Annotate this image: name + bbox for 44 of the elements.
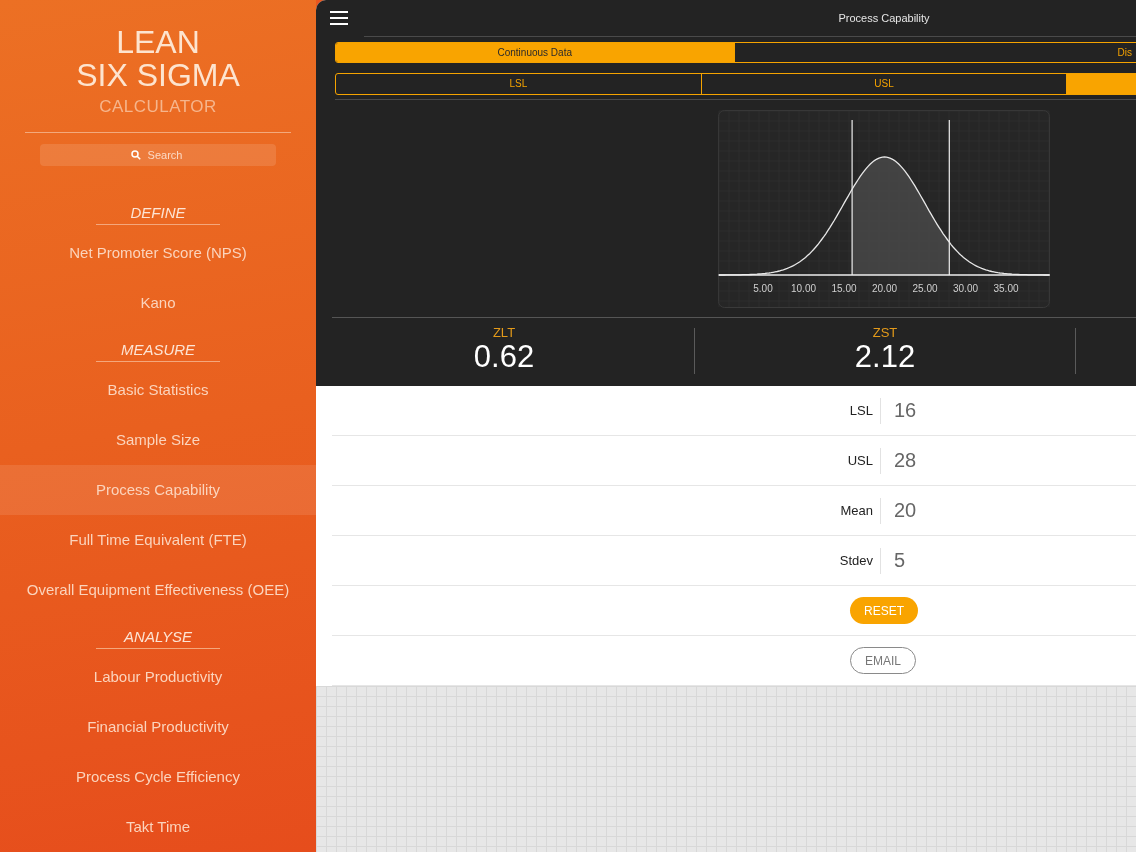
metric-label: ZLT <box>492 325 516 340</box>
axis-tick-label: 15.00 <box>831 282 857 294</box>
section-heading: DEFINE <box>96 203 220 225</box>
app-title: LEAN <box>116 26 200 59</box>
section-heading: ANALYSE <box>96 627 220 649</box>
data-type-tab[interactable]: Continuous Data <box>336 42 734 63</box>
axis-tick-label: 25.00 <box>912 282 938 294</box>
input-field[interactable]: 28 <box>894 449 1014 472</box>
app-title: SIX SIGMA <box>76 59 240 92</box>
sidebar-item[interactable]: Process Cycle Efficiency <box>0 752 316 802</box>
sidebar-item[interactable]: Kano <box>0 278 316 328</box>
field-label: Stdev <box>838 553 873 568</box>
field-label: USL <box>846 453 873 468</box>
metric-value: 2.12 <box>854 340 916 374</box>
sidebar-item[interactable]: Takt Time <box>0 802 316 852</box>
limit-tab[interactable]: LSL <box>336 74 701 94</box>
app-subtitle: CALCULATOR <box>99 96 217 118</box>
input-field[interactable]: 5 <box>894 549 1014 572</box>
sidebar-item[interactable]: Financial Productivity <box>0 702 316 752</box>
field-label: Mean <box>839 503 873 518</box>
sidebar-item[interactable]: Net Promoter Score (NPS) <box>0 228 316 278</box>
sidebar-item[interactable]: Basic Statistics <box>0 365 316 415</box>
search-icon <box>131 150 141 160</box>
input-field[interactable]: 16 <box>894 399 1014 422</box>
sidebar-item[interactable]: Labour Productivity <box>0 652 316 702</box>
email-button[interactable]: EMAIL <box>850 647 916 674</box>
menu-icon[interactable] <box>330 10 348 25</box>
axis-tick-label: 5.00 <box>753 282 773 294</box>
section-heading: MEASURE <box>96 340 220 362</box>
metric-label: ZST <box>872 325 898 340</box>
field-label: LSL <box>848 403 873 418</box>
metric-value: 0.62 <box>473 340 535 374</box>
sidebar-item[interactable]: Full Time Equivalent (FTE) <box>0 515 316 565</box>
reset-button[interactable]: RESET <box>850 597 918 624</box>
input-field[interactable]: 20 <box>894 499 1014 522</box>
axis-tick-label: 20.00 <box>872 282 897 294</box>
sidebar-item[interactable]: Process Capability <box>0 465 316 515</box>
data-type-tab[interactable]: Dis <box>733 42 1136 63</box>
axis-tick-label: 30.00 <box>953 282 978 294</box>
sidebar-item[interactable]: Overall Equipment Effectiveness (OEE) <box>0 565 316 615</box>
sidebar-item[interactable]: Sample Size <box>0 415 316 465</box>
axis-tick-label: 10.00 <box>791 282 816 294</box>
screen-title: Process Capability <box>838 11 930 24</box>
axis-tick-label: 35.00 <box>993 282 1019 294</box>
